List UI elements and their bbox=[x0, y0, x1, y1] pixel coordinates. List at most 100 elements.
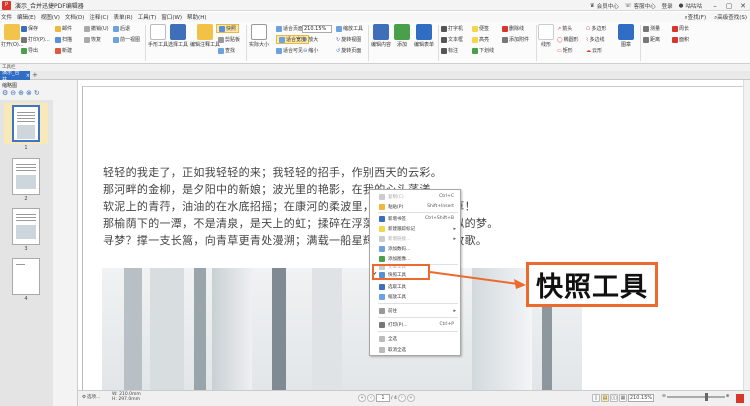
status-zoom-box[interactable]: 210.15% bbox=[628, 394, 654, 402]
fit-page-button[interactable]: 适合页面 bbox=[276, 25, 303, 32]
login-link[interactable]: 登录 bbox=[662, 2, 673, 10]
select-tool-button[interactable]: 选择工具 bbox=[168, 24, 188, 48]
options-button[interactable]: ⚙ 选项... bbox=[82, 394, 100, 401]
ctx-new-tracking[interactable]: 新建跟踪标记 ▸ bbox=[370, 224, 460, 233]
underline-button[interactable]: 下划线 bbox=[472, 47, 494, 54]
facing-icon[interactable]: ▯▯ bbox=[610, 394, 618, 402]
print-button[interactable]: 打印(P)... bbox=[21, 36, 50, 43]
account-link[interactable]: ● 咕咕咕 bbox=[679, 2, 702, 10]
back-button[interactable]: 后退 bbox=[113, 25, 130, 32]
snapshot-button[interactable]: 快照 bbox=[216, 24, 240, 33]
edit-content-button[interactable]: 编辑内容 bbox=[371, 24, 391, 48]
zoom-out-icon[interactable]: ⊖ bbox=[662, 394, 666, 399]
ctx-select-all[interactable]: 全选 bbox=[370, 334, 460, 343]
zoom-in-icon[interactable]: ⊕ bbox=[726, 394, 730, 399]
rect-button[interactable]: ▭ 矩形 bbox=[557, 47, 573, 55]
oval-button[interactable]: ◯ 椭圆形 bbox=[557, 36, 579, 44]
thumbnail-page-2[interactable]: 2 bbox=[3, 158, 49, 202]
close-window-button[interactable]: ✕ bbox=[736, 0, 750, 11]
strikeout-button[interactable]: 删除线 bbox=[502, 25, 524, 32]
ctx-copy[interactable]: 复制(C) Ctrl+C bbox=[370, 192, 460, 201]
hand-tool-button[interactable]: 手形工具 bbox=[148, 24, 168, 48]
options-icon[interactable]: ⚙ bbox=[2, 89, 8, 97]
menu-comment[interactable]: 注释(C) bbox=[89, 13, 108, 21]
menu-view[interactable]: 视图(V) bbox=[41, 13, 60, 21]
prev-view-button[interactable]: 前一视图 bbox=[113, 36, 140, 43]
minimize-button[interactable]: – bbox=[708, 0, 722, 11]
actual-size-button[interactable]: 实际大小 bbox=[249, 24, 269, 48]
line-button[interactable]: 线形 bbox=[538, 24, 554, 48]
thumbnail-page-4[interactable]: 4 bbox=[3, 258, 49, 302]
distance-button[interactable]: 距离 bbox=[643, 36, 660, 43]
perimeter-button[interactable]: 周长 bbox=[672, 25, 689, 32]
single-page-icon[interactable]: ▯ bbox=[592, 394, 600, 402]
arrow-button[interactable]: ↗ 箭头 bbox=[557, 25, 572, 33]
polyline-button[interactable]: ⌇ 多边线 bbox=[586, 36, 604, 44]
zoom-slider[interactable]: ⊖ ⊕ bbox=[662, 392, 730, 401]
maximize-button[interactable]: ▢ bbox=[722, 0, 736, 11]
new-button[interactable]: 新建 bbox=[55, 47, 72, 54]
rotate-page-button[interactable]: ↺ 旋转页面 bbox=[336, 47, 361, 55]
find-link[interactable]: ⌕查找(F) bbox=[685, 13, 707, 22]
menu-tools[interactable]: 工具(T) bbox=[138, 13, 157, 21]
panel-scrollbar[interactable] bbox=[54, 100, 77, 406]
textbox-button[interactable]: 文本框 bbox=[441, 36, 463, 43]
menu-edit[interactable]: 编辑(E) bbox=[17, 13, 36, 21]
scan-button[interactable]: 扫描 bbox=[55, 36, 72, 43]
ctx-deselect-all[interactable]: 取消全选 bbox=[370, 345, 460, 354]
zoom-out-thumb-icon[interactable]: ⊖ bbox=[10, 89, 16, 97]
rotate-view-button[interactable]: ↻ 旋转视图 bbox=[336, 36, 361, 44]
save-button[interactable]: 保存 bbox=[21, 25, 38, 32]
zoom-slider-handle[interactable] bbox=[704, 392, 708, 401]
menu-document[interactable]: 文档(D) bbox=[65, 13, 85, 21]
cover-icon[interactable]: ▦ bbox=[619, 394, 627, 402]
stamp-button[interactable]: 图章 bbox=[618, 24, 634, 48]
first-page-button[interactable]: « bbox=[358, 394, 366, 402]
cloud-button[interactable]: ☁ 云形 bbox=[586, 47, 602, 55]
document-tab[interactable]: 演示_合并 × bbox=[0, 70, 30, 83]
typewriter-button[interactable]: 打字机 bbox=[441, 25, 463, 32]
thumbnail-list[interactable]: 1 2 3 4 bbox=[0, 100, 53, 406]
add-tab-button[interactable]: + bbox=[32, 71, 38, 79]
ctx-goto[interactable]: 前往 ▸ bbox=[370, 306, 460, 315]
attachment-button[interactable]: 添加附件 bbox=[502, 36, 529, 43]
page-number-input[interactable]: 1 bbox=[376, 394, 390, 402]
export-button[interactable]: 导出 bbox=[21, 47, 38, 54]
clipboard-button[interactable]: 剪贴板 bbox=[218, 36, 240, 43]
fit-visible-button[interactable]: 适合可见 bbox=[276, 47, 303, 54]
ctx-add-bookmark[interactable]: 新增书签 Ctrl+Shift+B bbox=[370, 214, 460, 223]
zoom-in-button[interactable]: ⊕ 放大 bbox=[303, 36, 318, 44]
thumbnail-page-3[interactable]: 3 bbox=[3, 208, 49, 252]
find-button[interactable]: 查找 bbox=[218, 47, 235, 54]
menu-window[interactable]: 窗口(W) bbox=[161, 13, 182, 21]
menu-help[interactable]: 帮助(H) bbox=[187, 13, 206, 21]
callout-button[interactable]: 标注 bbox=[441, 47, 458, 54]
zoom-out-button[interactable]: ⊖ 缩小 bbox=[303, 47, 318, 55]
ctx-paste[interactable]: 粘贴(P) Shift+Insert bbox=[370, 202, 460, 211]
email-button[interactable]: 邮件 bbox=[55, 25, 72, 32]
menu-file[interactable]: 文件 bbox=[1, 13, 12, 21]
next-page-button[interactable]: › bbox=[397, 394, 406, 402]
redo-button[interactable]: 恢复 bbox=[84, 36, 101, 43]
last-page-button[interactable]: » bbox=[406, 394, 415, 402]
service-link[interactable]: ☏ 客服中心 bbox=[625, 2, 656, 10]
undo-button[interactable]: 撤销(U) bbox=[84, 25, 109, 32]
ctx-zoom-tool[interactable]: 缩放工具 bbox=[370, 292, 460, 301]
polygon-button[interactable]: ⬠ 多边形 bbox=[586, 25, 606, 33]
continuous-icon[interactable]: ▤ bbox=[601, 394, 609, 402]
edit-form-button[interactable]: 编辑表单 bbox=[414, 24, 434, 48]
thumbnail-page-1[interactable]: 1 bbox=[3, 103, 49, 151]
highlight-button[interactable]: 高亮 bbox=[472, 36, 489, 43]
zoom-combobox[interactable]: 210.15% bbox=[302, 25, 332, 33]
vip-center-link[interactable]: ♛ 会员中心 bbox=[590, 2, 619, 10]
measure-button[interactable]: 测量 bbox=[643, 25, 660, 32]
advanced-find-link[interactable]: ⌕高级查找(S) bbox=[714, 13, 747, 22]
zoom-in-thumb-icon[interactable]: ⊕ bbox=[18, 89, 24, 97]
vertical-scrollbar[interactable] bbox=[743, 80, 750, 390]
rotate-thumb-icon[interactable]: ↻ bbox=[34, 89, 40, 97]
add-button[interactable]: 添加 bbox=[394, 24, 410, 48]
note-button[interactable]: 便签 bbox=[472, 25, 489, 32]
zoom-tool-button[interactable]: 缩放工具 bbox=[336, 25, 363, 32]
ctx-print[interactable]: 打印(P)... Ctrl+P bbox=[370, 320, 460, 329]
ctx-new-link[interactable]: 新增链接... ▸ bbox=[370, 234, 460, 243]
